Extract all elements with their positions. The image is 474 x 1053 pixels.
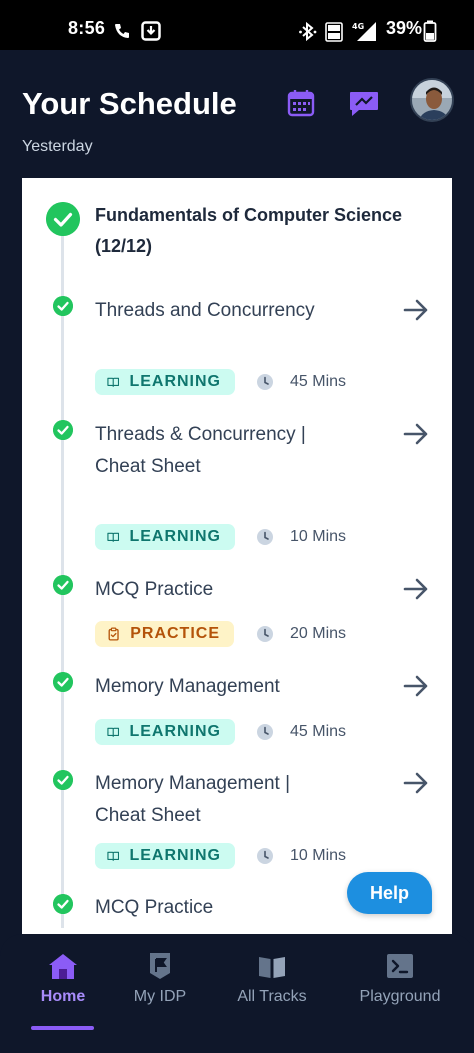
item-title[interactable]: Memory Management | Cheat Sheet (95, 768, 305, 831)
help-button[interactable]: Help (347, 872, 432, 914)
bluetooth-icon (299, 21, 317, 42)
battery-icon (423, 20, 437, 42)
clock-icon (257, 374, 273, 390)
home-icon (49, 954, 77, 979)
item-complete-check-icon (53, 672, 73, 692)
svg-text:4G: 4G (352, 22, 364, 31)
item-complete-check-icon (53, 770, 73, 790)
nav-item-all-tracks[interactable]: All Tracks (230, 952, 314, 1006)
nav-label-my-idp: My IDP (133, 988, 187, 1005)
practice-badge: PRACTICE (95, 621, 234, 647)
clipboard-check-icon (108, 627, 119, 641)
book-open-icon (107, 377, 120, 387)
phone-icon (115, 24, 129, 38)
signal-icon: 4G (352, 22, 376, 41)
nav-item-playground[interactable]: Playground (352, 952, 448, 1006)
learning-badge: LEARNING (95, 719, 235, 745)
calendar-icon[interactable] (286, 88, 316, 118)
download-icon (141, 21, 161, 41)
terminal-icon (387, 954, 413, 978)
active-tab-indicator (31, 1026, 94, 1030)
book-open-icon (107, 851, 120, 861)
nav-item-home[interactable]: Home (38, 952, 88, 1006)
book-open-icon (107, 727, 120, 737)
item-title[interactable]: Memory Management (95, 671, 335, 703)
nav-item-my-idp[interactable]: My IDP (130, 952, 190, 1006)
nav-label-all-tracks: All Tracks (237, 988, 307, 1005)
item-complete-check-icon (53, 575, 73, 595)
badge-label: LEARNING (129, 373, 221, 390)
arrow-right-icon[interactable] (403, 674, 429, 698)
badge-label: LEARNING (129, 528, 221, 545)
volte-icon (325, 22, 343, 42)
nav-label-home: Home (40, 988, 86, 1005)
learning-badge: LEARNING (95, 524, 235, 550)
app-header: Your Schedule Yesterday (0, 50, 474, 180)
status-bar: 8:56 4G 39% (0, 0, 474, 50)
clock-icon (257, 626, 273, 642)
page-subtitle: Yesterday (22, 138, 93, 155)
item-duration: 10 Mins (290, 847, 347, 864)
badge-label: PRACTICE (130, 625, 220, 642)
arrow-right-icon[interactable] (403, 298, 429, 322)
gesture-bar (0, 1034, 474, 1053)
item-duration: 20 Mins (290, 625, 347, 642)
badge-label: LEARNING (129, 847, 221, 864)
arrow-right-icon[interactable] (403, 577, 429, 601)
course-title[interactable]: Fundamentals of Computer Science (12/12) (95, 200, 435, 262)
item-complete-check-icon (53, 420, 73, 440)
badge-label: LEARNING (129, 723, 221, 740)
book-icon (259, 957, 285, 978)
item-title[interactable]: MCQ Practice (95, 892, 315, 924)
book-open-icon (107, 532, 120, 542)
bottom-nav: Home My IDP All Tracks Playground (0, 934, 474, 1034)
battery-percent: 39% (386, 18, 423, 38)
item-title[interactable]: Threads & Concurrency | Cheat Sheet (95, 419, 315, 482)
arrow-right-icon[interactable] (403, 422, 429, 446)
item-title[interactable]: Threads and Concurrency (95, 295, 315, 327)
page-title: Your Schedule (22, 86, 237, 121)
item-complete-check-icon (53, 296, 73, 316)
status-time: 8:56 (68, 18, 106, 38)
clock-icon (257, 848, 273, 864)
item-duration: 10 Mins (290, 528, 347, 545)
flag-icon (150, 953, 170, 979)
arrow-right-icon[interactable] (403, 771, 429, 795)
item-complete-check-icon (53, 894, 73, 914)
item-duration: 45 Mins (290, 373, 347, 390)
clock-icon (257, 529, 273, 545)
item-duration: 45 Mins (290, 723, 347, 740)
avatar-photo-icon (412, 80, 452, 120)
item-title[interactable]: MCQ Practice (95, 574, 315, 606)
learning-badge: LEARNING (95, 843, 235, 869)
clock-icon (257, 724, 273, 740)
nav-label-playground: Playground (359, 988, 441, 1005)
user-avatar[interactable] (410, 78, 454, 122)
feedback-chat-icon[interactable] (348, 88, 380, 118)
course-complete-check-icon (46, 202, 80, 236)
learning-badge: LEARNING (95, 369, 235, 395)
